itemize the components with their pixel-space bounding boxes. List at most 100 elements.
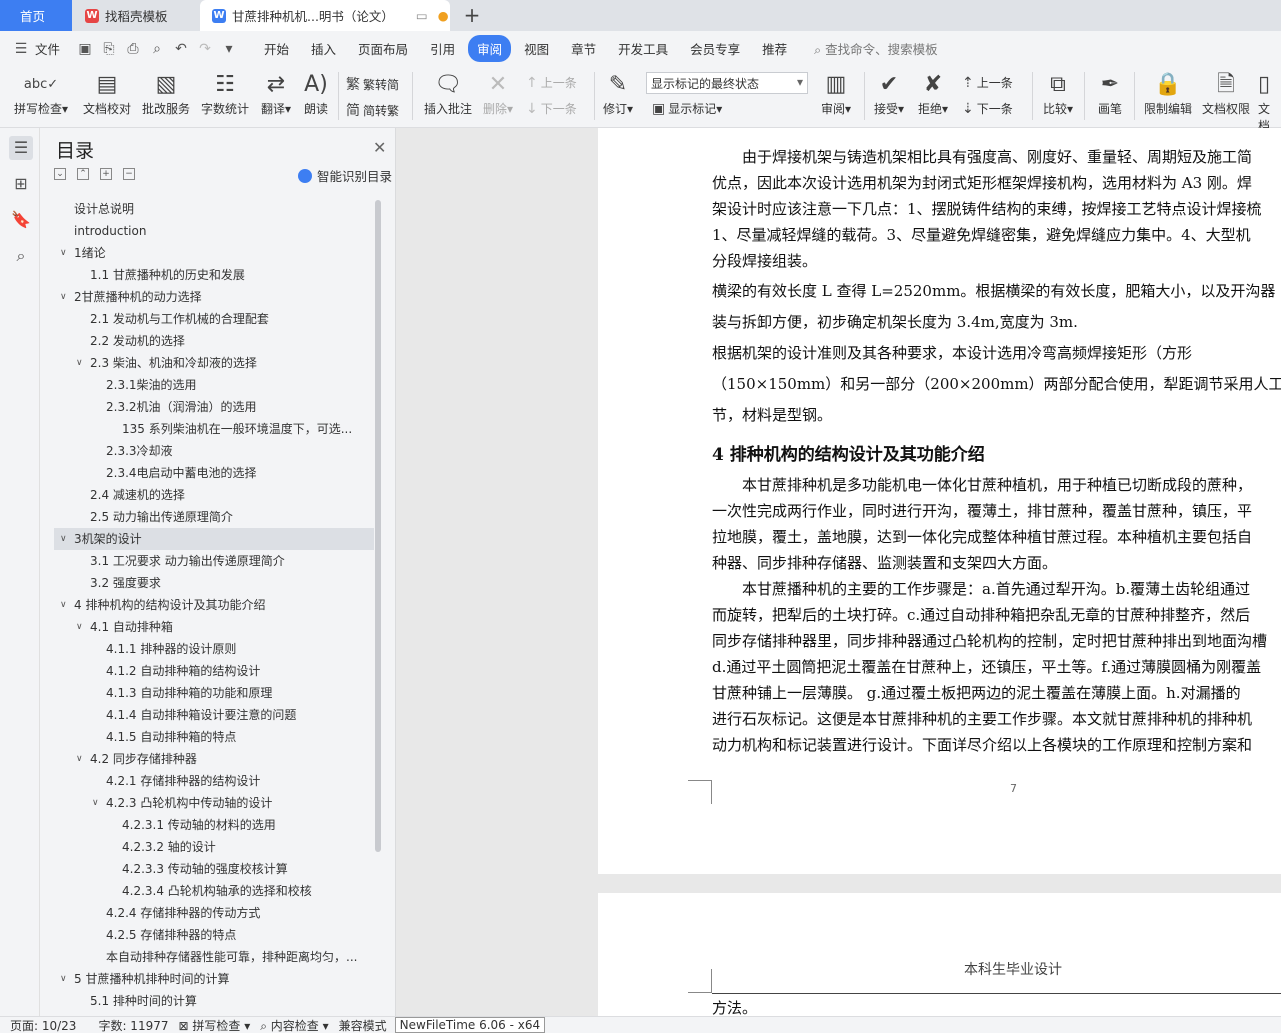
menu-item[interactable]: 审阅 [468, 35, 512, 62]
toc-item[interactable]: introduction [54, 220, 374, 242]
smart-toc-button[interactable]: 智能识别目录 [298, 166, 392, 185]
toc-item[interactable]: 4.1.1 排种器的设计原则 [54, 638, 374, 660]
toc-item[interactable]: 4.2.3.4 凸轮机构轴承的选择和校核 [54, 880, 374, 902]
toc-item[interactable]: 2.1 发动机与工作机械的合理配套 [54, 308, 374, 330]
track-changes-button[interactable]: ✎ 修订▾ [600, 70, 636, 117]
reject-button[interactable]: ✘ 拒绝▾ [914, 70, 952, 117]
toc-item[interactable]: 5.1 排种时间的计算 [54, 990, 374, 1010]
word-count[interactable]: 字数: 11977 [98, 1017, 168, 1034]
toc-item[interactable]: 2.3.1柴油的选用 [54, 374, 374, 396]
search-icon[interactable]: ⌕ [9, 244, 33, 268]
chevron-down-icon[interactable]: ∨ [60, 594, 67, 616]
restrict-editing-button[interactable]: 🔒 限制编辑 [1140, 70, 1196, 117]
hamburger-icon[interactable]: ☰ [12, 40, 30, 58]
undo-icon[interactable]: ↶ [172, 40, 190, 58]
menu-item[interactable]: 开发工具 [609, 35, 677, 62]
menu-item[interactable]: 视图 [515, 35, 558, 62]
tab-document[interactable]: W 甘蔗排种机机...明书（论文） ▭ ● [200, 0, 450, 31]
menu-item[interactable]: 插入 [302, 35, 345, 62]
spell-check-button[interactable]: abc✓ 拼写检查▾ [10, 70, 72, 117]
document-page-next[interactable]: 本科生毕业设计 方法。 [598, 893, 1281, 1016]
menu-item[interactable]: 会员专享 [681, 35, 749, 62]
collapse-all-icon[interactable]: ⌄ [54, 168, 66, 180]
document-canvas[interactable]: 由于焊接机架与铸造机架相比具有强度高、刚度好、重量轻、周期短及施工简 优点，因此本… [396, 128, 1281, 1016]
markup-mode-select[interactable]: 显示标记的最终状态 ▾ [646, 72, 808, 94]
toc-item[interactable]: ∨ 4.2.3 凸轮机构中传动轴的设计 [54, 792, 374, 814]
monitor-icon[interactable]: ▭ [416, 8, 428, 23]
remove-heading-icon[interactable]: − [123, 168, 135, 180]
toc-item[interactable]: 4.2.3.3 传动轴的强度校核计算 [54, 858, 374, 880]
command-search[interactable]: ⌕ 查找命令、搜索模板 [814, 39, 938, 58]
toc-item[interactable]: ∨ 1绪论 [54, 242, 374, 264]
toc-item[interactable]: 4.1.3 自动排种箱的功能和原理 [54, 682, 374, 704]
toc-item[interactable]: 4.1.4 自动排种箱设计要注意的问题 [54, 704, 374, 726]
toc-item[interactable]: ∨ 4.1 自动排种箱 [54, 616, 374, 638]
toc-item[interactable]: 135 系列柴油机在一般环境温度下，可选... [54, 418, 374, 440]
translate-button[interactable]: ⇄ 翻译▾ [256, 70, 296, 117]
toc-item[interactable]: ∨ 5 甘蔗播种机排种时间的计算 [54, 968, 374, 990]
doc-more-button[interactable]: ▯ 文档 [1258, 70, 1281, 134]
quick-access-dropdown-icon[interactable]: ▾ [220, 40, 238, 58]
chevron-down-icon[interactable]: ∨ [76, 616, 83, 638]
export-icon[interactable]: ⎘ [100, 40, 118, 58]
menu-item[interactable]: 引用 [421, 35, 464, 62]
toc-item[interactable]: 3.2 强度要求 [54, 572, 374, 594]
toc-item[interactable]: 4.2.4 存储排种器的传动方式 [54, 902, 374, 924]
trad-to-simp-button[interactable]: 繁繁转简 [346, 74, 399, 94]
tab-home[interactable]: 首页 [0, 0, 72, 31]
toc-item[interactable]: 2.5 动力输出传递原理简介 [54, 506, 374, 528]
accept-button[interactable]: ✔ 接受▾ [870, 70, 908, 117]
toc-item[interactable]: 2.3.3冷却液 [54, 440, 374, 462]
read-aloud-button[interactable]: A) 朗读 [300, 70, 332, 117]
compare-button[interactable]: ⧉ 比较▾ [1038, 70, 1078, 117]
toc-item[interactable]: ∨ 3机架的设计 [54, 528, 374, 550]
chevron-down-icon[interactable]: ∨ [60, 968, 67, 990]
print-preview-icon[interactable]: ⌕ [148, 40, 166, 58]
toc-item[interactable]: 2.4 减速机的选择 [54, 484, 374, 506]
word-count-button[interactable]: ☷ 字数统计 [198, 70, 252, 117]
new-tab-button[interactable]: + [460, 4, 484, 28]
review-pane-button[interactable]: ▥ 审阅▾ [816, 70, 856, 117]
prev-comment-button[interactable]: ↑ 上一条 [526, 74, 577, 91]
document-page[interactable]: 由于焊接机架与铸造机架相比具有强度高、刚度好、重量轻、周期短及施工简 优点，因此本… [598, 128, 1281, 874]
menu-item[interactable]: 推荐 [753, 35, 796, 62]
toc-item[interactable]: 2.2 发动机的选择 [54, 330, 374, 352]
toc-item[interactable]: 4.2.3.2 轴的设计 [54, 836, 374, 858]
content-check-status[interactable]: ⌕ 内容检查 ▾ [260, 1017, 328, 1034]
print-icon[interactable]: ⎙ [124, 40, 142, 58]
chevron-down-icon[interactable]: ∨ [76, 352, 83, 374]
toc-item[interactable]: 4.2.3.1 传动轴的材料的选用 [54, 814, 374, 836]
toc-item[interactable]: ∨ 2甘蔗播种机的动力选择 [54, 286, 374, 308]
toc-item[interactable]: 2.3.2机油（润滑油）的选用 [54, 396, 374, 418]
toc-item[interactable]: 2.3.4电启动中蓄电池的选择 [54, 462, 374, 484]
chevron-down-icon[interactable]: ∨ [76, 748, 83, 770]
simp-to-trad-button[interactable]: 简简转繁 [346, 100, 399, 120]
toc-item[interactable]: 1.1 甘蔗播种机的历史和发展 [54, 264, 374, 286]
next-change-button[interactable]: ⇣ 下一条 [962, 100, 1013, 117]
proofread-button[interactable]: ▤ 文档校对 [80, 70, 134, 117]
menu-file[interactable]: 文件 [33, 35, 69, 62]
toc-scrollbar[interactable] [375, 200, 381, 852]
prev-change-button[interactable]: ⇡ 上一条 [962, 74, 1013, 91]
tab-templates[interactable]: W 找稻壳模板 [73, 0, 199, 31]
chevron-down-icon[interactable]: ∨ [60, 528, 67, 550]
toc-item[interactable]: 3.1 工况要求 动力输出传递原理简介 [54, 550, 374, 572]
toc-item[interactable]: 4.2.1 存储排种器的结构设计 [54, 770, 374, 792]
toc-item[interactable]: 4.1.5 自动排种箱的特点 [54, 726, 374, 748]
chevron-down-icon[interactable]: ∨ [60, 286, 67, 308]
pen-button[interactable]: ✒ 画笔 [1092, 70, 1128, 117]
chevron-down-icon[interactable]: ∨ [92, 792, 99, 814]
toc-item[interactable]: ∨ 2.3 柴油、机油和冷却液的选择 [54, 352, 374, 374]
add-heading-icon[interactable]: + [100, 168, 112, 180]
insert-comment-button[interactable]: 🗨 插入批注 [420, 70, 476, 117]
menu-item[interactable]: 开始 [255, 35, 298, 62]
toc-item[interactable]: 设计总说明 [54, 198, 374, 220]
close-icon[interactable]: ✕ [373, 138, 386, 157]
annotation-service-button[interactable]: ▧ 批改服务 [139, 70, 193, 117]
menu-item[interactable]: 章节 [562, 35, 605, 62]
save-icon[interactable]: ▣ [76, 40, 94, 58]
chapter-nav-icon[interactable]: ⊞ [9, 172, 33, 196]
toc-item[interactable]: ∨ 4.2 同步存储排种器 [54, 748, 374, 770]
delete-comment-button[interactable]: ✕ 删除▾ [480, 70, 516, 117]
toc-item[interactable]: ∨ 4 排种机构的结构设计及其功能介绍 [54, 594, 374, 616]
